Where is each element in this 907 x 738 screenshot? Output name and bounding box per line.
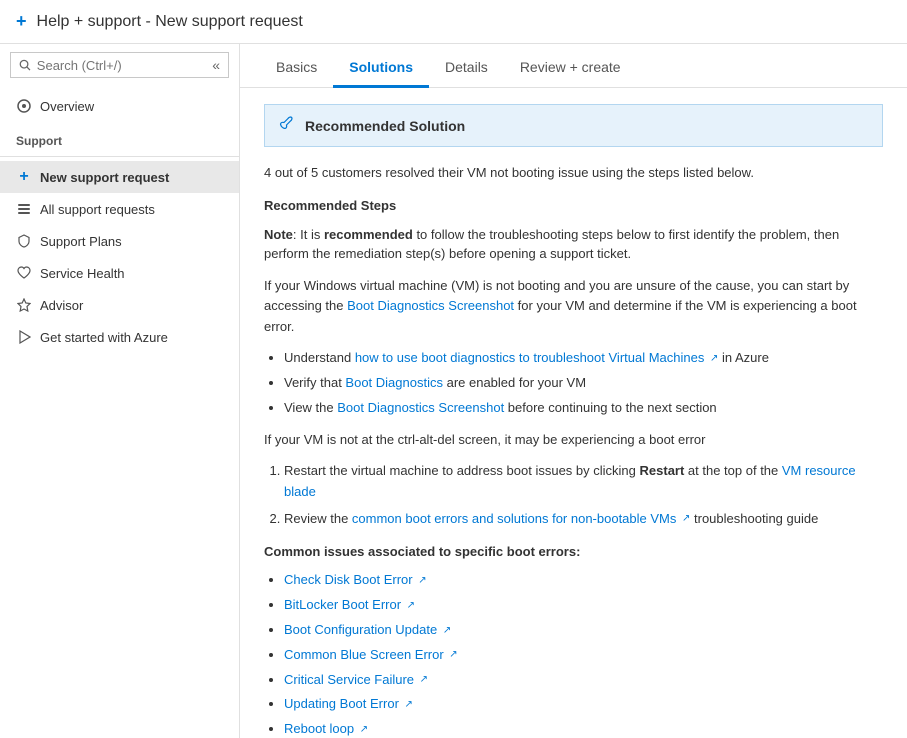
divider [0,156,239,157]
content-scroll[interactable]: Recommended Solution 4 out of 5 customer… [240,88,907,738]
ordered-list: Restart the virtual machine to address b… [284,461,883,529]
tab-basics[interactable]: Basics [260,49,333,88]
common-issues-heading: Common issues associated to specific boo… [264,542,883,563]
sidebar-item-new-support[interactable]: + New support request [0,161,239,193]
wrench-icon [279,115,295,136]
boot-config-item: Boot Configuration Update ↗ [284,620,883,641]
support-section-label: Support [0,122,239,152]
sidebar-label-new-support: New support request [40,170,169,185]
ordered-item-2: Review the common boot errors and soluti… [284,509,883,530]
sidebar-label-overview: Overview [40,99,94,114]
boot-diagnostics-screenshot-link2[interactable]: Boot Diagnostics Screenshot [337,400,504,415]
advisor-icon [16,297,32,313]
sidebar-nav: Overview Support + New support request A… [0,86,239,738]
recommended-bold: recommended [324,227,413,242]
tabs-bar: Basics Solutions Details Review + create [240,44,907,88]
service-health-icon [16,265,32,281]
tab-details[interactable]: Details [429,49,504,88]
page-title: Help + support - New support request [37,13,303,31]
overview-svg [17,99,31,113]
ext-icon-6: ↗ [449,649,457,660]
bitlocker-link[interactable]: BitLocker Boot Error [284,597,401,612]
bullets-list-1: Understand how to use boot diagnostics t… [284,348,883,418]
blue-screen-item: Common Blue Screen Error ↗ [284,645,883,666]
vm-resource-blade-link[interactable]: VM resource blade [284,463,856,499]
sidebar-label-get-started: Get started with Azure [40,330,168,345]
reboot-loop-item: Reboot loop ↗ [284,719,883,738]
all-support-icon [16,201,32,217]
title-bar: + Help + support - New support request [0,0,907,44]
bullet-3: View the Boot Diagnostics Screenshot bef… [284,398,883,419]
recommended-solution-banner: Recommended Solution [264,104,883,147]
sidebar-item-service-health[interactable]: Service Health [0,257,239,289]
get-started-icon [16,329,32,345]
ext-icon-8: ↗ [405,699,413,710]
restart-bold: Restart [640,463,685,478]
check-disk-link[interactable]: Check Disk Boot Error [284,572,413,587]
sidebar-label-all-support: All support requests [40,202,155,217]
list-svg [17,202,31,216]
ext-icon-4: ↗ [407,600,415,611]
note-text: Note: It is recommended to follow the tr… [264,225,883,264]
boot-config-link[interactable]: Boot Configuration Update [284,622,437,637]
ext-icon-3: ↗ [418,575,426,586]
bitlocker-item: BitLocker Boot Error ↗ [284,595,883,616]
tab-solutions[interactable]: Solutions [333,49,429,88]
azure-icon: + [16,11,27,32]
content-area: Basics Solutions Details Review + create… [240,44,907,738]
para2: If your VM is not at the ctrl-alt-del sc… [264,430,883,451]
heart-svg [17,266,31,280]
support-plans-icon [16,233,32,249]
intro-text: 4 out of 5 customers resolved their VM n… [264,163,883,184]
critical-service-item: Critical Service Failure ↗ [284,670,883,691]
ext-icon-9: ↗ [360,724,368,735]
sidebar-item-overview[interactable]: Overview [0,90,239,122]
check-disk-item: Check Disk Boot Error ↗ [284,570,883,591]
common-boot-errors-link[interactable]: common boot errors and solutions for non… [352,511,676,526]
overview-icon [16,98,32,114]
recommended-solution-title: Recommended Solution [305,118,465,134]
sidebar-item-support-plans[interactable]: Support Plans [0,225,239,257]
boot-diagnostics-screenshot-link1[interactable]: Boot Diagnostics Screenshot [347,298,514,313]
updating-boot-item: Updating Boot Error ↗ [284,694,883,715]
note-label: Note [264,227,293,242]
wrench-svg [279,115,295,131]
common-issues-list: Check Disk Boot Error ↗ BitLocker Boot E… [284,570,883,738]
tab-review-create[interactable]: Review + create [504,49,637,88]
collapse-icon[interactable]: « [212,57,220,73]
new-support-icon: + [16,169,32,185]
ext-icon-7: ↗ [420,674,428,685]
critical-service-link[interactable]: Critical Service Failure [284,672,414,687]
reboot-loop-link[interactable]: Reboot loop [284,721,354,736]
boot-diagnostics-link[interactable]: Boot Diagnostics [345,375,443,390]
blue-screen-link[interactable]: Common Blue Screen Error [284,647,444,662]
sidebar-item-get-started[interactable]: Get started with Azure [0,321,239,353]
para1: If your Windows virtual machine (VM) is … [264,276,883,338]
play-svg [17,330,31,344]
sidebar-label-service-health: Service Health [40,266,125,281]
steps-heading: Recommended Steps [264,196,883,217]
ordered-item-1: Restart the virtual machine to address b… [284,461,883,503]
shield-svg [17,234,31,248]
sidebar-label-advisor: Advisor [40,298,83,313]
ext-icon-5: ↗ [443,625,451,636]
search-icon [19,58,31,72]
search-box[interactable]: « [10,52,229,78]
star-svg [17,298,31,312]
bullet-2: Verify that Boot Diagnostics are enabled… [284,373,883,394]
sidebar: « Overview Support + New support request… [0,44,240,738]
updating-boot-link[interactable]: Updating Boot Error [284,696,399,711]
sidebar-label-support-plans: Support Plans [40,234,122,249]
ext-icon-2: ↗ [682,513,690,524]
ext-icon-1: ↗ [710,353,718,364]
bullet-1: Understand how to use boot diagnostics t… [284,348,883,369]
sidebar-item-advisor[interactable]: Advisor [0,289,239,321]
search-input[interactable] [37,58,206,73]
boot-diagnostics-troubleshoot-link[interactable]: how to use boot diagnostics to troublesh… [355,350,705,365]
sidebar-item-all-support[interactable]: All support requests [0,193,239,225]
